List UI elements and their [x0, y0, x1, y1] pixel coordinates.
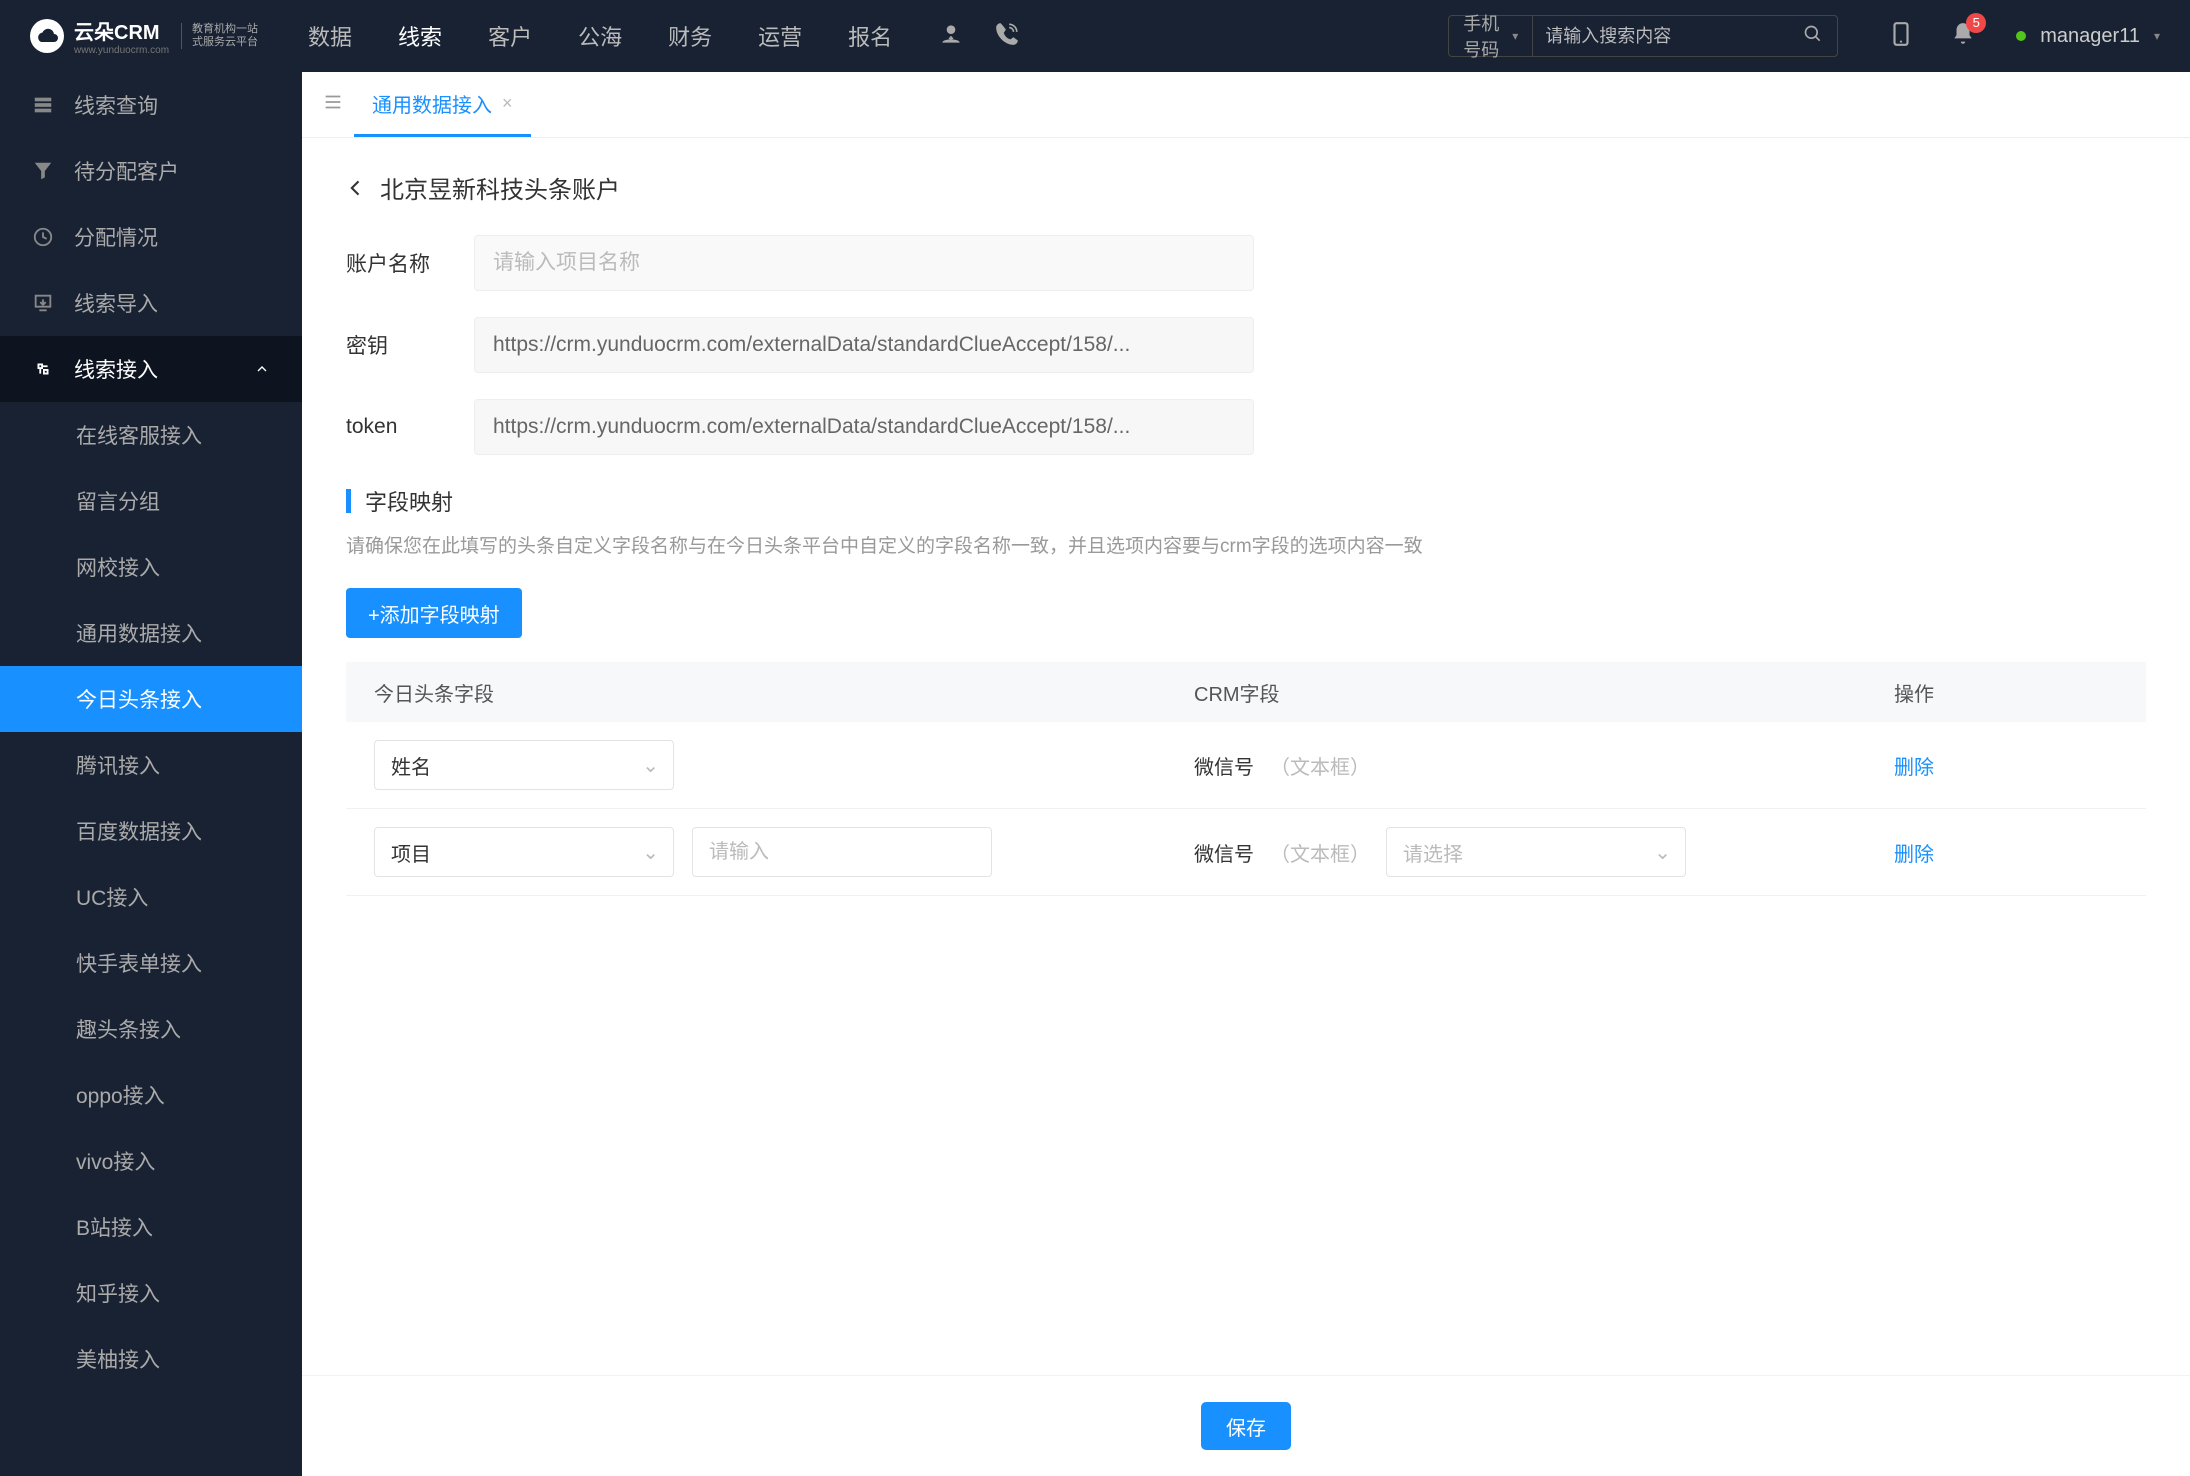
logo-area: 云朵CRM www.yunduocrm.com 教育机构一站式服务云平台: [30, 16, 258, 56]
sidebar-sub-uc[interactable]: UC接入: [0, 864, 302, 930]
sidebar-sub-bilibili[interactable]: B站接入: [0, 1194, 302, 1260]
crm-field-name: 微信号: [1194, 838, 1254, 867]
add-field-mapping-button[interactable]: +添加字段映射: [346, 588, 522, 638]
input-token[interactable]: https://crm.yunduocrm.com/externalData/s…: [474, 399, 1254, 455]
add-user-icon[interactable]: [938, 21, 964, 52]
sidebar-item-lead-search[interactable]: 线索查询: [0, 72, 302, 138]
sidebar-sub-meiyou[interactable]: 美柚接入: [0, 1326, 302, 1392]
top-nav: 数据 线索 客户 公海 财务 运营 报名: [308, 20, 892, 52]
tab-bar: 通用数据接入 ×: [302, 72, 2190, 138]
sidebar-sub-oppo[interactable]: oppo接入: [0, 1062, 302, 1128]
sidebar-sub-toutiao[interactable]: 今日头条接入: [0, 666, 302, 732]
main-area: 通用数据接入 × 北京昱新科技头条账户 账户名称 密钥 https://crm.…: [302, 72, 2190, 1476]
col-crm: CRM字段: [1194, 678, 1894, 707]
crm-field-type: （文本框）: [1270, 838, 1370, 867]
mapping-table: 今日头条字段 CRM字段 操作 姓名 ⌄ 微信号 （文本框）: [346, 662, 2146, 896]
input-account-name[interactable]: [493, 251, 1235, 275]
label-token: token: [346, 415, 446, 439]
chevron-up-icon: [254, 361, 270, 377]
nav-sea[interactable]: 公海: [578, 20, 622, 52]
toutiao-field-input[interactable]: [692, 827, 992, 877]
sidebar-item-pending[interactable]: 待分配客户: [0, 138, 302, 204]
sidebar-sub-tencent[interactable]: 腾讯接入: [0, 732, 302, 798]
tab-generic-data[interactable]: 通用数据接入 ×: [354, 72, 531, 137]
search-icon[interactable]: [1789, 24, 1837, 49]
sidebar-sub-zhihu[interactable]: 知乎接入: [0, 1260, 302, 1326]
crm-field-select[interactable]: 请选择 ⌄: [1386, 827, 1686, 877]
page-title: 北京昱新科技头条账户: [380, 170, 620, 205]
user-menu[interactable]: manager11 ▾: [2016, 25, 2160, 48]
sidebar-sub-qtt[interactable]: 趣头条接入: [0, 996, 302, 1062]
chevron-down-icon: ▾: [2154, 29, 2160, 43]
sidebar-sub-kuaishou[interactable]: 快手表单接入: [0, 930, 302, 996]
sidebar: 线索查询 待分配客户 分配情况 线索导入 线索接入 在线客服接入 留言分组 网校…: [0, 72, 302, 1476]
crm-field-name: 微信号: [1194, 751, 1254, 780]
sidebar-sub-generic[interactable]: 通用数据接入: [0, 600, 302, 666]
brand-name: 云朵CRM: [74, 16, 169, 45]
nav-finance[interactable]: 财务: [668, 20, 712, 52]
search-box: 手机号码 ▾: [1448, 15, 1838, 57]
mobile-icon[interactable]: [1888, 21, 1914, 52]
call-icon[interactable]: [994, 21, 1020, 52]
table-row: 项目 ⌄ 微信号 （文本框） 请选择 ⌄ 删除: [346, 809, 2146, 896]
top-header: 云朵CRM www.yunduocrm.com 教育机构一站式服务云平台 数据 …: [0, 0, 2190, 72]
delete-row-link[interactable]: 删除: [1894, 838, 2118, 867]
footer: 保存: [302, 1375, 2190, 1476]
sidebar-item-import[interactable]: 线索导入: [0, 270, 302, 336]
nav-ops[interactable]: 运营: [758, 20, 802, 52]
back-icon: [346, 178, 366, 198]
username: manager11: [2040, 25, 2140, 48]
top-icon-group: [938, 21, 1020, 52]
content: 北京昱新科技头条账户 账户名称 密钥 https://crm.yunduocrm…: [302, 138, 2190, 1375]
col-toutiao: 今日头条字段: [374, 678, 1194, 707]
delete-row-link[interactable]: 删除: [1894, 751, 2118, 780]
sidebar-sub-message-group[interactable]: 留言分组: [0, 468, 302, 534]
toutiao-field-select[interactable]: 项目 ⌄: [374, 827, 674, 877]
notification-badge: 5: [1966, 13, 1986, 33]
search-type-select[interactable]: 手机号码 ▾: [1449, 16, 1533, 56]
nav-customers[interactable]: 客户: [488, 20, 532, 52]
header-right-icons: 5: [1888, 21, 1976, 52]
logo-icon: [30, 19, 64, 53]
input-account-name-wrap: [474, 235, 1254, 291]
save-button[interactable]: 保存: [1201, 1402, 1291, 1450]
search-input[interactable]: [1533, 26, 1789, 47]
sidebar-sub-online-cs[interactable]: 在线客服接入: [0, 402, 302, 468]
brand-subtitle: 教育机构一站式服务云平台: [181, 23, 258, 49]
notification-icon[interactable]: 5: [1950, 21, 1976, 52]
close-icon[interactable]: ×: [502, 93, 513, 114]
sidebar-sub-school[interactable]: 网校接入: [0, 534, 302, 600]
table-header: 今日头条字段 CRM字段 操作: [346, 662, 2146, 722]
nav-data[interactable]: 数据: [308, 20, 352, 52]
breadcrumb[interactable]: 北京昱新科技头条账户: [346, 170, 2146, 205]
chevron-down-icon: ⌄: [1654, 840, 1671, 865]
sidebar-item-access[interactable]: 线索接入: [0, 336, 302, 402]
nav-signup[interactable]: 报名: [848, 20, 892, 52]
label-account-name: 账户名称: [346, 248, 446, 278]
chevron-down-icon: ⌄: [642, 840, 659, 865]
crm-field-type: （文本框）: [1270, 751, 1370, 780]
collapse-sidebar-icon[interactable]: [322, 91, 344, 118]
sidebar-sub-baidu[interactable]: 百度数据接入: [0, 798, 302, 864]
col-action: 操作: [1894, 678, 2118, 707]
status-dot-icon: [2016, 31, 2026, 41]
nav-leads[interactable]: 线索: [398, 20, 442, 52]
toutiao-field-select[interactable]: 姓名 ⌄: [374, 740, 674, 790]
input-secret[interactable]: https://crm.yunduocrm.com/externalData/s…: [474, 317, 1254, 373]
sidebar-sub-vivo[interactable]: vivo接入: [0, 1128, 302, 1194]
brand-domain: www.yunduocrm.com: [74, 45, 169, 56]
chevron-down-icon: ⌄: [642, 753, 659, 778]
table-row: 姓名 ⌄ 微信号 （文本框） 删除: [346, 722, 2146, 809]
label-secret: 密钥: [346, 330, 446, 360]
sidebar-item-distribution[interactable]: 分配情况: [0, 204, 302, 270]
section-title: 字段映射: [346, 485, 2146, 517]
section-hint: 请确保您在此填写的头条自定义字段名称与在今日头条平台中自定义的字段名称一致，并且…: [346, 531, 2146, 558]
